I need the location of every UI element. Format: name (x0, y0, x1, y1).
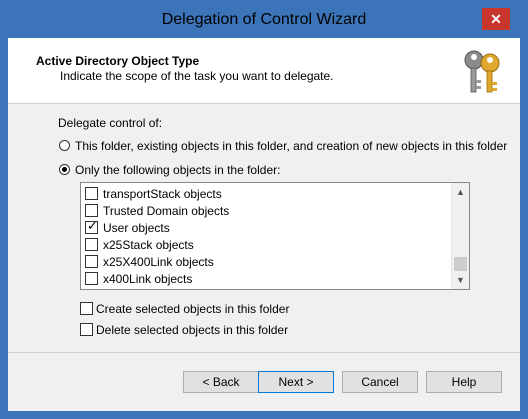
page-subtitle: Indicate the scope of the task you want … (60, 69, 334, 83)
keys-icon (464, 50, 500, 93)
wizard-body: Active Directory Object Type Indicate th… (8, 38, 520, 411)
title-bar[interactable]: Delegation of Control Wizard ✕ (0, 0, 528, 38)
cancel-button[interactable]: Cancel (342, 371, 418, 393)
scroll-thumb[interactable] (454, 257, 467, 271)
delegate-label: Delegate control of: (58, 116, 163, 130)
list-scrollbar[interactable]: ▲ ▼ (451, 183, 469, 289)
list-item-label: transportStack objects (103, 187, 222, 201)
radio-this-folder[interactable] (59, 140, 70, 151)
list-item-label: User objects (103, 221, 170, 235)
radio-only-following[interactable] (59, 164, 70, 175)
scroll-up-icon[interactable]: ▲ (454, 185, 467, 199)
back-button[interactable]: < Back (183, 371, 259, 393)
wizard-header: Active Directory Object Type Indicate th… (8, 38, 520, 104)
create-objects-label[interactable]: Create selected objects in this folder (96, 302, 289, 316)
object-checkbox[interactable] (85, 272, 98, 285)
footer-divider (8, 352, 520, 353)
list-item-label: x400Link objects (103, 272, 193, 286)
wizard-window: Delegation of Control Wizard ✕ Active Di… (0, 0, 528, 419)
object-checkbox[interactable] (85, 204, 98, 217)
delete-objects-label[interactable]: Delete selected objects in this folder (96, 323, 288, 337)
help-button[interactable]: Help (426, 371, 502, 393)
scroll-down-icon[interactable]: ▼ (454, 273, 467, 287)
list-item-label: x25X400Link objects (103, 255, 214, 269)
object-checkbox[interactable] (85, 255, 98, 268)
delete-objects-checkbox[interactable] (80, 323, 93, 336)
object-checkbox[interactable] (85, 238, 98, 251)
next-button[interactable]: Next > (258, 371, 334, 393)
page-title: Active Directory Object Type (36, 54, 200, 68)
close-button[interactable]: ✕ (482, 8, 510, 30)
object-checkbox[interactable] (85, 219, 98, 234)
list-item-label: Trusted Domain objects (103, 204, 230, 218)
object-checkbox[interactable] (85, 187, 98, 200)
list-item-label: x25Stack objects (103, 238, 194, 252)
window-title: Delegation of Control Wizard (161, 11, 367, 28)
radio-only-following-label[interactable]: Only the following objects in the folder… (75, 163, 280, 177)
object-type-list[interactable]: transportStack objects Trusted Domain ob… (80, 182, 470, 290)
radio-this-folder-label[interactable]: This folder, existing objects in this fo… (75, 139, 507, 153)
create-objects-checkbox[interactable] (80, 302, 93, 315)
